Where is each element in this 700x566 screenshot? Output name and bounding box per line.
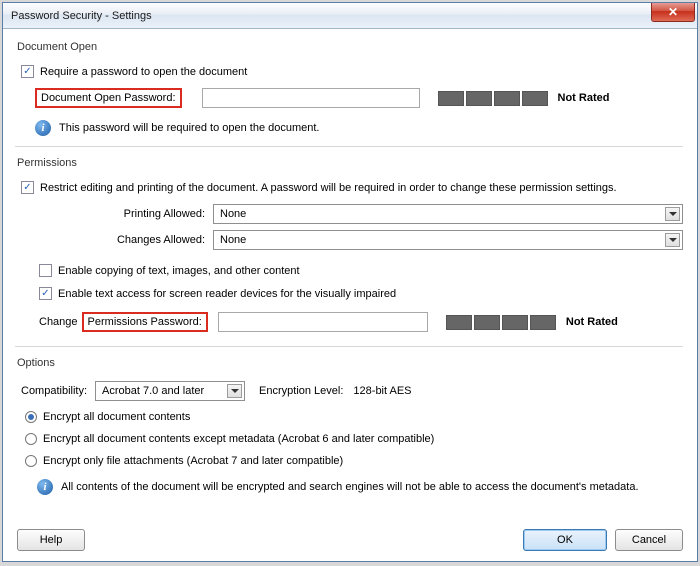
encrypt-except-metadata-label: Encrypt all document contents except met… [43, 433, 434, 445]
require-open-password-checkbox[interactable] [21, 65, 34, 78]
document-open-password-label: Document Open Password: [41, 92, 176, 104]
enable-screen-reader-checkbox[interactable] [39, 287, 52, 300]
password-strength-rating: Not Rated [558, 92, 610, 104]
changes-allowed-label: Changes Allowed: [35, 234, 205, 246]
cancel-button[interactable]: Cancel [615, 529, 683, 551]
enable-copying-checkbox[interactable] [39, 264, 52, 277]
encrypt-except-metadata-radio[interactable] [25, 433, 37, 445]
encryption-level-label: Encryption Level: [259, 385, 343, 397]
encryption-info-text: All contents of the document will be enc… [61, 481, 639, 493]
chevron-down-icon [665, 207, 680, 221]
encrypt-all-radio[interactable] [25, 411, 37, 423]
change-permissions-password-label: Permissions Password: [88, 316, 202, 328]
encryption-level-value: 128-bit AES [353, 385, 411, 397]
info-icon: i [37, 479, 53, 495]
titlebar: Password Security - Settings ✕ [3, 3, 697, 29]
changes-allowed-select[interactable]: None [213, 230, 683, 250]
compatibility-value: Acrobat 7.0 and later [102, 385, 204, 397]
permissions-password-strength-rating: Not Rated [566, 316, 618, 328]
group-permissions-title: Permissions [17, 157, 683, 169]
printing-allowed-select[interactable]: None [213, 204, 683, 224]
password-strength-meter [438, 91, 548, 106]
changes-allowed-value: None [220, 234, 246, 246]
permissions-password-strength-meter [446, 315, 556, 330]
info-icon: i [35, 120, 51, 136]
printing-allowed-value: None [220, 208, 246, 220]
compatibility-label: Compatibility: [21, 385, 87, 397]
dialog: Password Security - Settings ✕ Document … [2, 2, 698, 562]
close-icon[interactable]: ✕ [651, 3, 695, 22]
restrict-editing-checkbox[interactable] [21, 181, 34, 194]
content: Document Open Require a password to open… [3, 29, 697, 561]
enable-screen-reader-label: Enable text access for screen reader dev… [58, 288, 396, 300]
group-options-title: Options [17, 357, 683, 369]
change-permissions-password-input[interactable] [218, 312, 428, 332]
printing-allowed-label: Printing Allowed: [35, 208, 205, 220]
encrypt-attachments-label: Encrypt only file attachments (Acrobat 7… [43, 455, 343, 467]
help-button[interactable]: Help [17, 529, 85, 551]
group-document-open-title: Document Open [17, 41, 683, 53]
open-password-info-text: This password will be required to open t… [59, 122, 319, 134]
enable-copying-label: Enable copying of text, images, and othe… [58, 265, 300, 277]
ok-button[interactable]: OK [523, 529, 607, 551]
chevron-down-icon [665, 233, 680, 247]
compatibility-select[interactable]: Acrobat 7.0 and later [95, 381, 245, 401]
change-permissions-password-prefix: Change [39, 316, 78, 328]
window-title: Password Security - Settings [11, 10, 152, 22]
require-open-password-label: Require a password to open the document [40, 66, 247, 78]
chevron-down-icon [227, 384, 242, 398]
encrypt-all-label: Encrypt all document contents [43, 411, 190, 423]
document-open-password-input[interactable] [202, 88, 420, 108]
restrict-editing-label: Restrict editing and printing of the doc… [40, 182, 617, 194]
encrypt-attachments-radio[interactable] [25, 455, 37, 467]
